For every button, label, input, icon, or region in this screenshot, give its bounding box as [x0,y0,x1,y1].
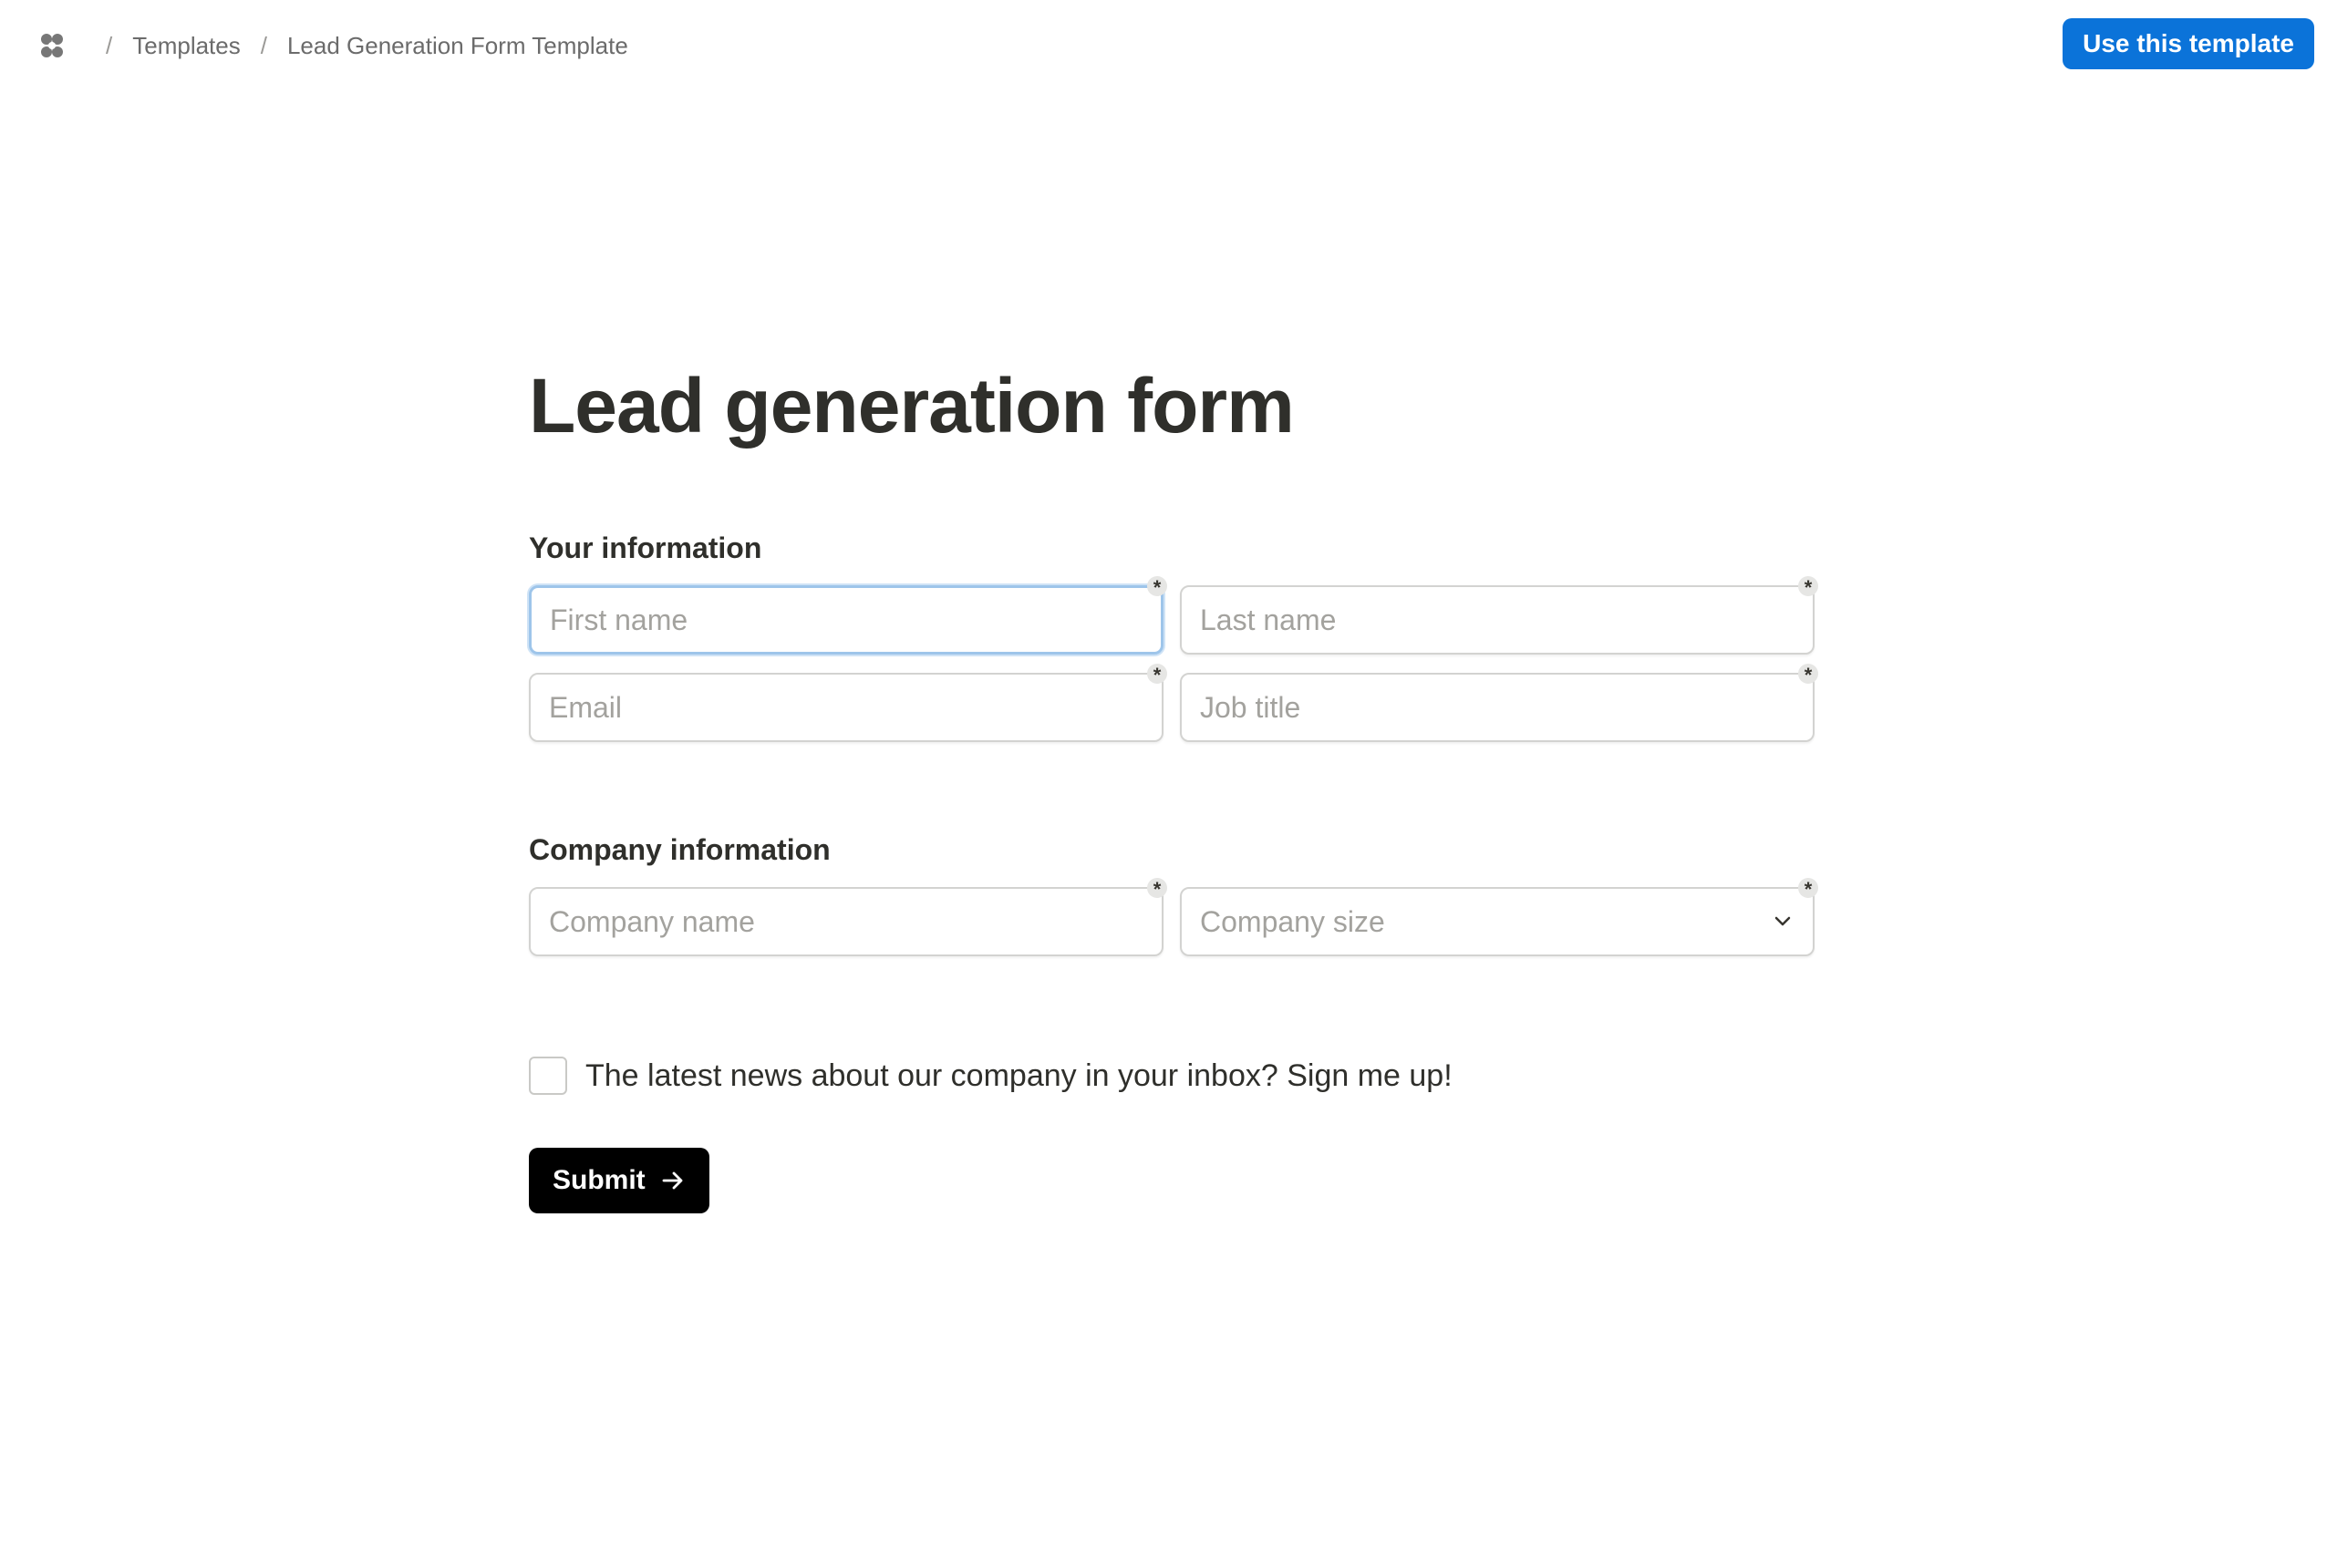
your-information-fields: * * * * [529,576,1824,742]
company-name-field-wrap: * [529,878,1167,956]
email-input[interactable] [529,673,1164,742]
required-marker: * [1147,664,1167,686]
job-title-input[interactable] [1180,673,1815,742]
required-marker: * [1147,576,1167,599]
breadcrumb-item-templates[interactable]: Templates [132,32,241,60]
breadcrumb: / Templates / Lead Generation Form Templ… [36,27,628,64]
section-title-company-information: Company information [529,833,831,866]
first-name-input[interactable] [529,585,1164,655]
company-size-field-wrap: Company size * [1180,878,1818,956]
email-field-wrap: * [529,664,1167,742]
last-name-input[interactable] [1180,585,1815,655]
required-marker: * [1798,664,1818,686]
top-bar: / Templates / Lead Generation Form Templ… [0,0,2327,91]
breadcrumb-separator: / [106,31,113,59]
newsletter-checkbox[interactable] [529,1057,567,1095]
page-title: Lead generation form [529,363,1295,449]
required-marker: * [1798,576,1818,599]
job-title-field-wrap: * [1180,664,1818,742]
use-template-button[interactable]: Use this template [2063,18,2314,69]
lead-form: Lead generation form Your information * … [529,360,1824,1213]
company-information-fields: * Company size * [529,878,1824,956]
newsletter-row: The latest news about our company in you… [529,1057,1824,1095]
last-name-field-wrap: * [1180,576,1818,655]
required-marker: * [1798,878,1818,901]
newsletter-label[interactable]: The latest news about our company in you… [585,1058,1453,1094]
company-size-select[interactable]: Company size [1180,887,1815,956]
company-name-input[interactable] [529,887,1164,956]
submit-label: Submit [553,1165,646,1195]
submit-button[interactable]: Submit [529,1148,709,1213]
arrow-right-icon [662,1171,683,1190]
required-marker: * [1147,878,1167,901]
notion-flower-icon[interactable] [36,30,67,61]
company-size-placeholder: Company size [1200,904,1385,938]
chevron-down-icon [1774,916,1791,926]
first-name-field-wrap: * [529,576,1167,655]
breadcrumb-item-current[interactable]: Lead Generation Form Template [287,32,628,60]
section-title-your-information: Your information [529,531,762,564]
breadcrumb-separator: / [260,31,267,59]
